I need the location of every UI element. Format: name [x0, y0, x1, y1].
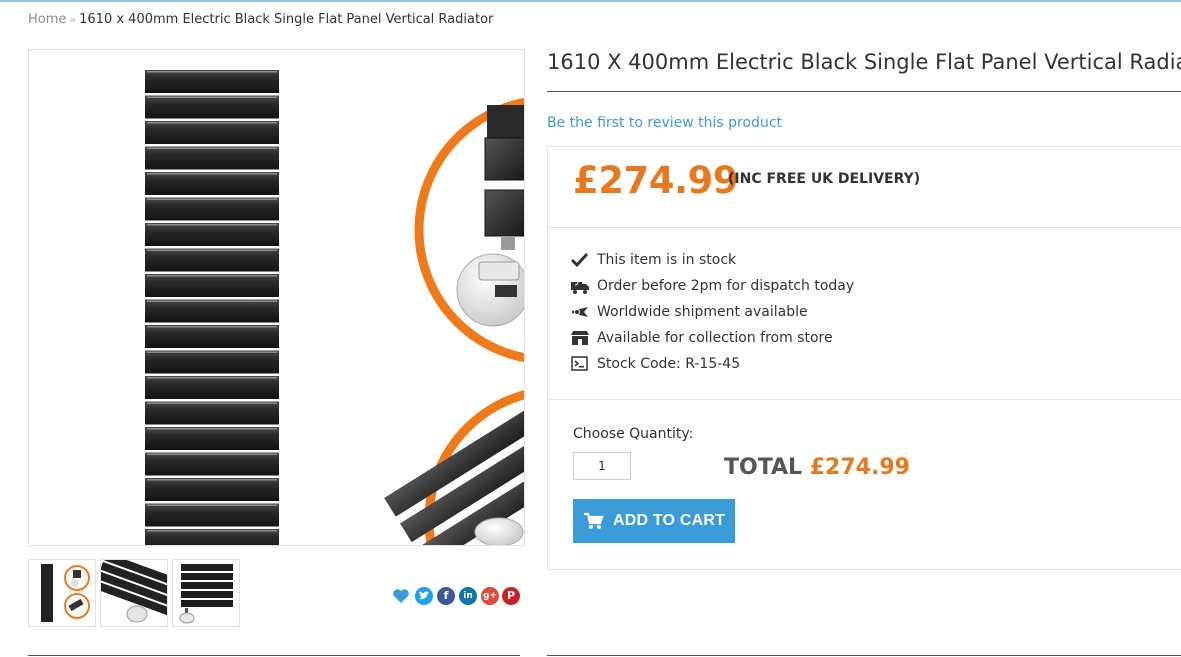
- twitter-icon[interactable]: [415, 587, 433, 605]
- add-to-cart-button[interactable]: ADD TO CART: [573, 499, 735, 543]
- radiator-bar-highlight: [147, 530, 277, 532]
- radiator-bar-highlight: [147, 96, 277, 98]
- feature-label: Order before 2pm for dispatch today: [597, 278, 855, 294]
- worldwide-shipping-icon: [570, 303, 590, 321]
- feature-collection: Available for collection from store: [570, 325, 854, 351]
- radiator-panel-bar: [145, 70, 279, 93]
- feature-list: This item is in stock Order before 2pm f…: [570, 247, 854, 377]
- radiator-bar-highlight: [147, 198, 277, 200]
- thumbnail-2[interactable]: [100, 559, 168, 627]
- radiator-bar-highlight: [147, 326, 277, 328]
- breadcrumb: Home» 1610 x 400mm Electric Black Single …: [28, 12, 493, 27]
- radiator-bar-highlight: [147, 504, 277, 506]
- radiator-image: [145, 70, 524, 545]
- radiator-bar-highlight: [147, 479, 277, 481]
- quantity-label: Choose Quantity:: [573, 426, 694, 442]
- title-divider: [547, 91, 1181, 92]
- radiator-panel-bar: [145, 95, 279, 119]
- thumbnail-1-image: [41, 564, 90, 622]
- delivery-note: (INC FREE UK DELIVERY): [728, 171, 921, 187]
- add-to-cart-label: ADD TO CART: [612, 512, 726, 529]
- radiator-bar-highlight: [147, 275, 277, 277]
- radiator-panel-bar: [145, 146, 279, 170]
- radiator-panel-bar: [145, 299, 279, 323]
- radiator-bar-highlight: [147, 71, 277, 73]
- store-collection-icon: [570, 329, 590, 347]
- radiator-panel-bar: [145, 325, 279, 348]
- facebook-icon[interactable]: f: [437, 587, 455, 605]
- quantity-input[interactable]: [573, 452, 631, 480]
- product-title: 1610 X 400mm Electric Black Single Flat …: [547, 50, 1181, 74]
- radiator-panel-bar: [145, 376, 279, 399]
- radiator-panel-bar: [145, 350, 279, 374]
- total-amount: £274.99: [809, 455, 910, 480]
- radiator-bar-highlight: [147, 453, 277, 455]
- radiator-bar-highlight: [147, 173, 277, 175]
- radiator-panel-bar: [145, 401, 279, 425]
- radiator-bar-highlight: [147, 300, 277, 302]
- review-link[interactable]: Be the first to review this product: [547, 115, 782, 131]
- feature-stock-code: Stock Code: R-15-45: [570, 351, 854, 377]
- product-price: £274.99: [573, 159, 739, 202]
- breadcrumb-home-link[interactable]: Home: [28, 12, 66, 27]
- checkmark-icon: [570, 251, 590, 269]
- feature-label: Worldwide shipment available: [597, 304, 808, 320]
- features-divider: [548, 399, 1181, 400]
- barcode-icon: [570, 355, 590, 373]
- radiator-panel-bar: [145, 121, 279, 144]
- feature-worldwide: Worldwide shipment available: [570, 299, 854, 325]
- pinterest-icon[interactable]: P: [502, 587, 520, 605]
- breadcrumb-separator: »: [69, 13, 77, 26]
- radiator-bar-highlight: [147, 249, 277, 251]
- product-purchase-box: £274.99 (INC FREE UK DELIVERY) This item…: [547, 146, 1181, 570]
- linkedin-icon[interactable]: in: [459, 587, 477, 605]
- radiator-panel-bar: [145, 427, 279, 450]
- radiator-panel-bar: [145, 274, 279, 297]
- thumbnail-3-image: [179, 564, 233, 624]
- google-plus-icon[interactable]: g+: [481, 587, 499, 605]
- feature-in-stock: This item is in stock: [570, 247, 854, 273]
- thumbnail-2-image: [101, 560, 167, 623]
- radiator-bar-highlight: [147, 224, 277, 226]
- feature-label: This item is in stock: [597, 252, 737, 268]
- bottom-divider-right: [547, 655, 1181, 656]
- radiator-panel-bar: [145, 197, 279, 221]
- radiator-bar-highlight: [147, 147, 277, 149]
- shopping-cart-icon: [583, 512, 605, 530]
- feature-label: Stock Code: R-15-45: [597, 356, 741, 372]
- bottom-divider-left: [28, 655, 520, 656]
- like-heart-icon[interactable]: [392, 587, 410, 605]
- radiator-panel-bar: [145, 503, 279, 527]
- total-display: TOTAL £274.99: [724, 455, 910, 480]
- thumbnail-3[interactable]: [172, 559, 240, 627]
- radiator-bar-highlight: [147, 428, 277, 430]
- radiator-panel-bar: [145, 248, 279, 272]
- product-main-image[interactable]: [28, 49, 525, 546]
- top-accent-line: [0, 0, 1181, 2]
- radiator-bar-highlight: [147, 402, 277, 404]
- feature-label: Available for collection from store: [597, 330, 833, 346]
- radiator-bar-highlight: [147, 351, 277, 353]
- radiator-bar-highlight: [147, 122, 277, 124]
- feature-dispatch: Order before 2pm for dispatch today: [570, 273, 854, 299]
- radiator-bar-highlight: [147, 377, 277, 379]
- total-label: TOTAL: [724, 455, 803, 480]
- radiator-panel-bar: [145, 223, 279, 246]
- breadcrumb-current: 1610 x 400mm Electric Black Single Flat …: [79, 12, 494, 27]
- delivery-truck-icon: [570, 277, 590, 295]
- radiator-panel-bar: [145, 452, 279, 476]
- price-divider: [548, 227, 1181, 228]
- radiator-panel-bar: [145, 478, 279, 501]
- thumbnail-1[interactable]: [28, 559, 96, 627]
- radiator-panel-bar: [145, 172, 279, 195]
